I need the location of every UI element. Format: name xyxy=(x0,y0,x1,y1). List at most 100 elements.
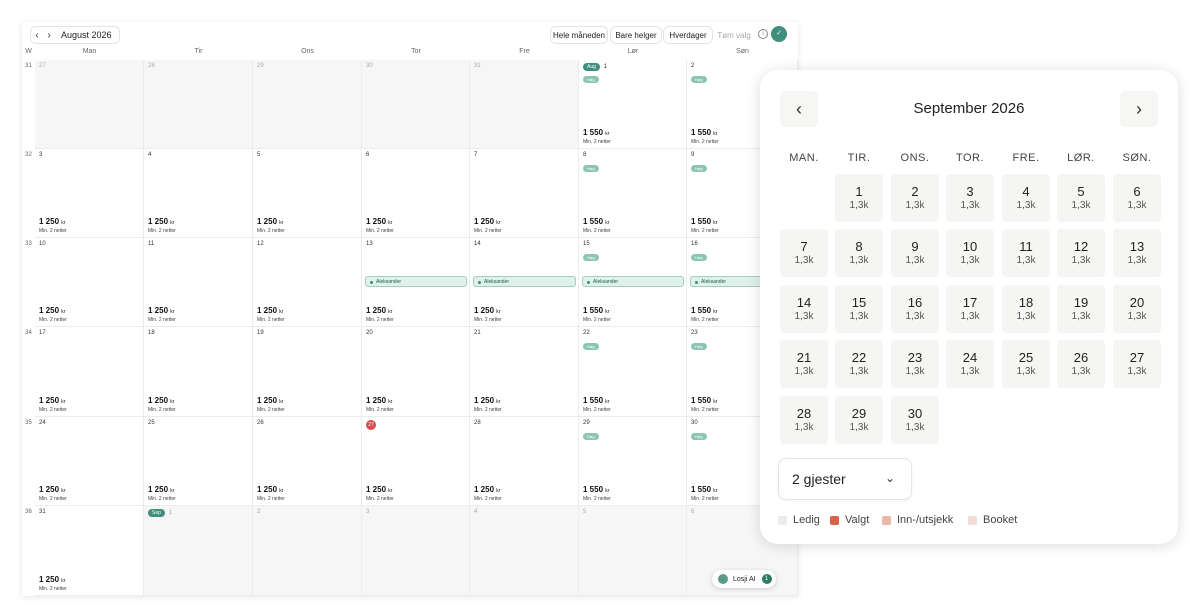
calendar-day-cell[interactable]: 8 Høg 1 550 kr Min. 2 netter xyxy=(579,149,687,238)
calendar-day-cell[interactable]: 24 1 250 kr Min. 2 netter xyxy=(35,417,144,506)
picker-day[interactable]: 7 1,3k xyxy=(780,229,828,277)
picker-day[interactable]: 25 1,3k xyxy=(1002,340,1050,388)
calendar-day-cell[interactable]: 29 Høg 1 550 kr Min. 2 netter xyxy=(579,417,687,506)
price-value: 1 250 xyxy=(366,396,387,405)
calendar-day-cell[interactable]: 25 1 250 kr Min. 2 netter xyxy=(144,417,253,506)
next-month-icon[interactable]: › xyxy=(43,30,55,41)
picker-day[interactable]: 8 1,3k xyxy=(835,229,883,277)
calendar-day-cell[interactable]: 13 1 250 kr Min. 2 netter Aleksander xyxy=(362,238,470,327)
picker-day[interactable]: 19 1,3k xyxy=(1057,285,1105,333)
picker-day[interactable]: 23 1,3k xyxy=(891,340,939,388)
calendar-day-cell[interactable]: 10 1 250 kr Min. 2 netter xyxy=(35,238,144,327)
picker-day[interactable]: 6 1,3k xyxy=(1113,174,1161,222)
booking-bar[interactable]: Aleksander xyxy=(473,276,576,287)
picker-day[interactable]: 9 1,3k xyxy=(891,229,939,277)
night-price: 1 250 kr xyxy=(474,485,500,494)
weekdays-button[interactable]: Hverdager xyxy=(663,26,713,44)
calendar-day-cell[interactable]: 14 1 250 kr Min. 2 netter Aleksander xyxy=(470,238,579,327)
picker-day[interactable]: 24 1,3k xyxy=(946,340,994,388)
picker-day-price: 1,3k xyxy=(794,311,814,322)
currency-label: kr xyxy=(61,399,66,405)
picker-day[interactable]: 16 1,3k xyxy=(891,285,939,333)
picker-day[interactable]: 2 1,3k xyxy=(891,174,939,222)
picker-day[interactable]: 14 1,3k xyxy=(780,285,828,333)
picker-day[interactable]: 30 1,3k xyxy=(891,396,939,444)
calendar-day-cell[interactable]: 27 1 250 kr Min. 2 netter xyxy=(362,417,470,506)
picker-day[interactable]: 22 1,3k xyxy=(835,340,883,388)
picker-day[interactable]: 28 1,3k xyxy=(780,396,828,444)
night-price: 1 250 kr xyxy=(366,485,392,494)
calendar-day-cell[interactable]: 21 1 250 kr Min. 2 netter xyxy=(470,327,579,417)
picker-day[interactable]: 29 1,3k xyxy=(835,396,883,444)
night-price: 1 250 kr xyxy=(257,306,283,315)
min-nights: Min. 2 netter xyxy=(366,228,394,234)
picker-day[interactable]: 4 1,3k xyxy=(1002,174,1050,222)
calendar-day-cell[interactable]: 28 1 250 kr Min. 2 netter xyxy=(470,417,579,506)
picker-day[interactable]: 17 1,3k xyxy=(946,285,994,333)
whole-month-button[interactable]: Hele måneden xyxy=(550,26,608,44)
day-number: 31 xyxy=(39,509,46,515)
guests-select[interactable]: 2 gjester ⌄ xyxy=(778,458,912,500)
night-price: 1 550 kr xyxy=(583,217,609,226)
calendar-day-cell[interactable]: 26 1 250 kr Min. 2 netter xyxy=(253,417,362,506)
picker-day[interactable]: 13 1,3k xyxy=(1113,229,1161,277)
currency-label: kr xyxy=(605,220,610,226)
calendar-day-cell[interactable]: 12 1 250 kr Min. 2 netter xyxy=(253,238,362,327)
picker-day[interactable]: 10 1,3k xyxy=(946,229,994,277)
weekday-header: ONS. xyxy=(900,152,930,164)
price-value: 1 250 xyxy=(39,575,60,584)
picker-day[interactable]: 1 1,3k xyxy=(835,174,883,222)
day-number-text: 29 xyxy=(257,63,264,69)
day-number-text: 25 xyxy=(148,420,155,426)
picker-day-number: 15 xyxy=(851,295,867,310)
losji-ai-button[interactable]: Losji AI 1 xyxy=(712,570,776,588)
calendar-day-cell[interactable]: 5 1 250 kr Min. 2 netter xyxy=(253,149,362,238)
prev-month-icon[interactable]: ‹ xyxy=(31,30,43,41)
picker-day[interactable]: 11 1,3k xyxy=(1002,229,1050,277)
min-nights: Min. 2 netter xyxy=(474,228,502,234)
avatar[interactable]: ✓ xyxy=(771,26,787,42)
calendar-day-cell[interactable]: 18 1 250 kr Min. 2 netter xyxy=(144,327,253,417)
picker-day[interactable]: 5 1,3k xyxy=(1057,174,1105,222)
booking-guest-name: Aleksander xyxy=(484,279,510,285)
price-value: 1 550 xyxy=(691,128,712,137)
calendar-day-cell[interactable]: 6 1 250 kr Min. 2 netter xyxy=(362,149,470,238)
picker-day[interactable]: 26 1,3k xyxy=(1057,340,1105,388)
day-number: 26 xyxy=(257,420,264,426)
calendar-day-cell[interactable]: 7 1 250 kr Min. 2 netter xyxy=(470,149,579,238)
calendar-day-cell[interactable]: Aug 1 Høg 1 550 kr Min. 2 netter xyxy=(579,60,687,149)
picker-day[interactable]: 15 1,3k xyxy=(835,285,883,333)
calendar-day-cell[interactable]: 22 Høg 1 550 kr Min. 2 netter xyxy=(579,327,687,417)
picker-day-number: 16 xyxy=(907,295,923,310)
picker-day-number: 14 xyxy=(796,295,812,310)
legend-label: Valgt xyxy=(845,514,870,526)
info-icon[interactable]: i xyxy=(758,29,768,39)
ai-assistant-icon xyxy=(718,574,728,584)
picker-day[interactable]: 3 1,3k xyxy=(946,174,994,222)
picker-day-price: 1,3k xyxy=(1071,311,1091,322)
weekends-only-button[interactable]: Bare helger xyxy=(610,26,662,44)
calendar-day-cell[interactable]: 19 1 250 kr Min. 2 netter xyxy=(253,327,362,417)
next-month-button[interactable]: › xyxy=(1120,91,1158,127)
clear-selection-button[interactable]: Tøm valg xyxy=(715,26,753,44)
booking-bar[interactable]: Aleksander xyxy=(582,276,684,287)
day-number-text: 31 xyxy=(39,509,46,515)
calendar-day-cell[interactable]: 17 1 250 kr Min. 2 netter xyxy=(35,327,144,417)
booking-bar[interactable]: Aleksander xyxy=(690,276,765,287)
night-price: 1 250 kr xyxy=(39,485,65,494)
calendar-day-cell[interactable]: 20 1 250 kr Min. 2 netter xyxy=(362,327,470,417)
calendar-day-cell[interactable]: 4 1 250 kr Min. 2 netter xyxy=(144,149,253,238)
calendar-day-cell[interactable]: 3 1 250 kr Min. 2 netter xyxy=(35,149,144,238)
calendar-day-cell[interactable]: 11 1 250 kr Min. 2 netter xyxy=(144,238,253,327)
picker-day-price: 1,3k xyxy=(849,200,869,211)
picker-day[interactable]: 21 1,3k xyxy=(780,340,828,388)
picker-day[interactable]: 20 1,3k xyxy=(1113,285,1161,333)
calendar-day-cell[interactable]: 31 1 250 kr Min. 2 netter xyxy=(35,506,144,596)
booking-bar[interactable]: Aleksander xyxy=(365,276,467,287)
picker-day[interactable]: 27 1,3k xyxy=(1113,340,1161,388)
picker-day[interactable]: 12 1,3k xyxy=(1057,229,1105,277)
price-value: 1 250 xyxy=(39,306,60,315)
calendar-day-cell[interactable]: 15 Høg 1 550 kr Min. 2 netter Aleksander xyxy=(579,238,687,327)
picker-day[interactable]: 18 1,3k xyxy=(1002,285,1050,333)
price-value: 1 250 xyxy=(148,306,169,315)
